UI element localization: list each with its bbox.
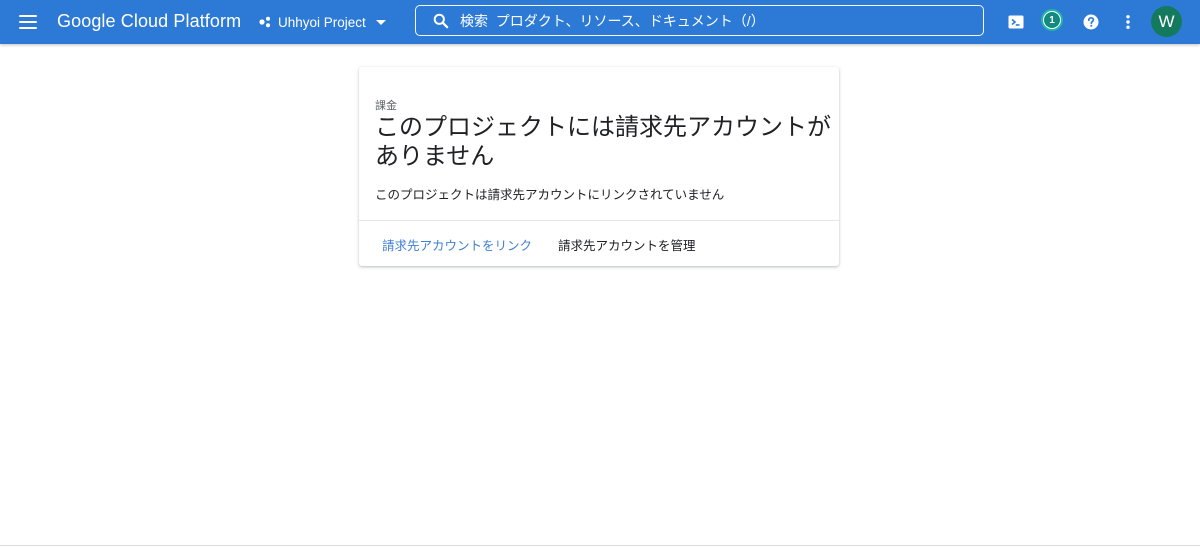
card-overline: 課金 [375,100,397,112]
manage-billing-accounts-button[interactable]: 請求先アカウントを管理 [558,235,696,254]
cloud-shell-icon[interactable] [1004,10,1028,34]
avatar[interactable]: W [1151,6,1182,37]
top-app-bar: Google Cloud Platform Uhhyoi Project 1 [0,0,1200,44]
notification-count: 1 [1049,14,1055,26]
bottom-divider [0,545,1200,546]
help-icon[interactable] [1079,10,1103,34]
search-input[interactable] [460,12,960,29]
project-selector[interactable]: Uhhyoi Project [258,9,390,35]
chevron-down-icon [375,20,386,25]
billing-card: 課金 このプロジェクトには請求先アカウントがありません このプロジェクトは請求先… [359,67,839,266]
menu-icon[interactable] [16,10,40,34]
project-icon [259,16,270,28]
project-name: Uhhyoi Project [278,14,366,30]
card-actions: 請求先アカウントをリンク 請求先アカウントを管理 [359,221,839,266]
more-vert-icon[interactable] [1116,10,1140,34]
card-title: このプロジェクトには請求先アカウントがありません [375,114,831,170]
link-billing-account-button[interactable]: 請求先アカウントをリンク [382,235,532,254]
search-icon [433,13,449,28]
notifications-badge[interactable]: 1 [1041,9,1063,31]
card-description: このプロジェクトは請求先アカウントにリンクされていません [375,188,725,202]
brand-title[interactable]: Google Cloud Platform [57,11,241,32]
search-box[interactable] [415,5,984,36]
